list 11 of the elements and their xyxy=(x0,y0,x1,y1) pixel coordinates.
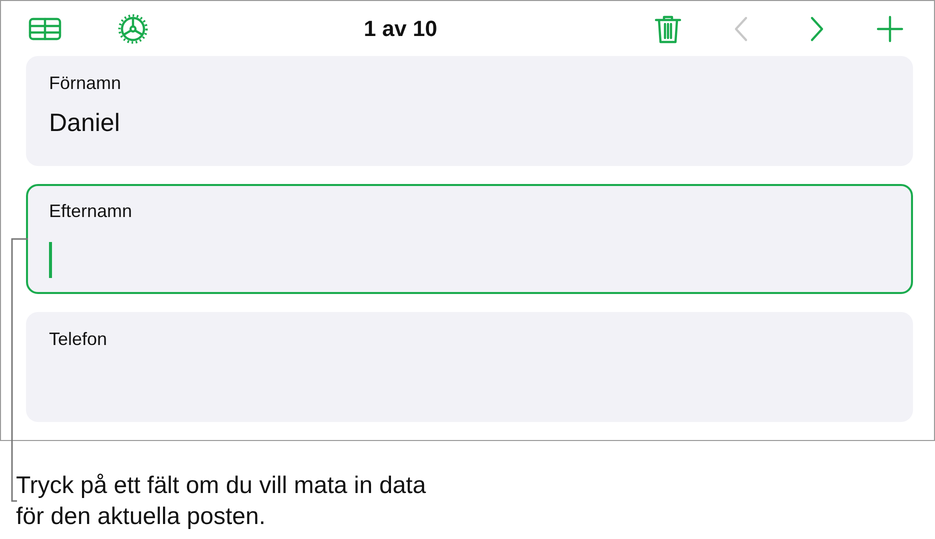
text-field[interactable]: Efternamn xyxy=(26,184,913,294)
gear-icon xyxy=(116,12,150,46)
field-label: Efternamn xyxy=(49,200,134,222)
record-counter: 1 av 10 xyxy=(362,15,438,43)
field-label: Förnamn xyxy=(49,72,122,94)
text-field[interactable]: Telefon xyxy=(26,312,913,422)
text-field[interactable]: Förnamn Daniel xyxy=(26,56,913,166)
field-label: Telefon xyxy=(49,328,108,350)
field-value: Daniel xyxy=(49,109,120,137)
text-cursor xyxy=(49,242,52,278)
callout-text: Tryck på ett fält om du vill mata in data för den aktuella posten. xyxy=(16,471,427,532)
